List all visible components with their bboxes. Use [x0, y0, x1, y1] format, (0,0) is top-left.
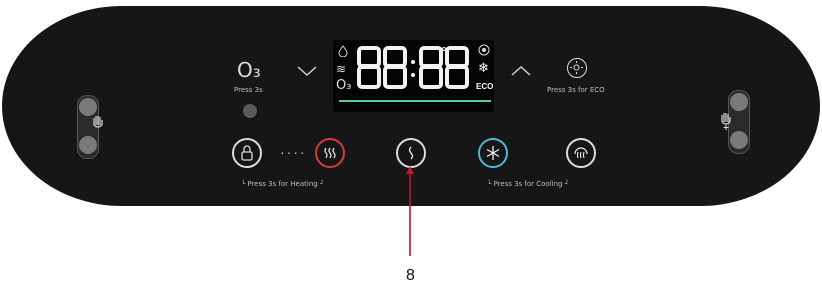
lock-button[interactable] — [232, 138, 262, 168]
o3-indicator: O₃ — [336, 78, 352, 93]
heating-button[interactable] — [315, 138, 345, 168]
wave-icon — [408, 146, 414, 160]
sun-icon — [570, 61, 583, 74]
hand-snow-gesture-icon — [716, 108, 736, 135]
cooling-label: └ Press 3s for Cooling ┘ — [487, 180, 569, 188]
heating-waves-icon — [324, 147, 336, 159]
eco-indicator: ECO — [476, 82, 494, 91]
o3-symbol: O₃ — [237, 58, 261, 82]
heating-label: └ Press 3s for Heating ┘ — [241, 180, 325, 188]
heat-wave-icon: ≋ — [336, 62, 347, 76]
digit-display — [357, 46, 469, 89]
water-drop-icon — [338, 45, 348, 57]
eco-button[interactable] — [567, 58, 587, 78]
eco-press-label: Press 3s for ECO — [547, 86, 605, 94]
snowflake-icon: ❄ — [478, 60, 489, 75]
circulation-icon — [574, 147, 588, 159]
dots-separator: ···· — [280, 144, 307, 160]
sun-eco-icon — [478, 44, 490, 56]
snowflake-icon — [486, 146, 500, 160]
lcd-display: ≋ O₃ ❄ ECO — [333, 40, 494, 112]
lock-icon — [241, 145, 253, 161]
display-progress-bar — [339, 100, 491, 102]
chevron-down-icon[interactable] — [296, 64, 318, 83]
chevron-up-icon[interactable] — [510, 64, 532, 83]
o3-press-label: Press 3s — [234, 86, 263, 94]
hand-gesture-icon — [90, 112, 108, 135]
o3-button[interactable] — [243, 104, 257, 118]
circulation-button[interactable] — [566, 138, 596, 168]
cooling-button[interactable] — [478, 138, 508, 168]
callout-line — [406, 166, 414, 256]
callout-number: 8 — [406, 267, 415, 284]
